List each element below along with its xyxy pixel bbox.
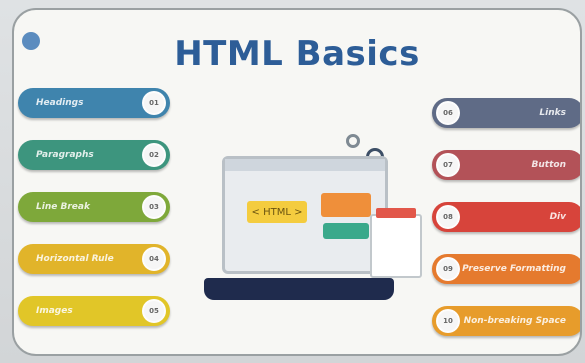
topic-links[interactable]: 06 Links — [432, 98, 580, 128]
topic-label: Div — [549, 212, 566, 222]
topic-button[interactable]: 07 Button — [432, 150, 580, 180]
button-placeholder — [323, 223, 369, 239]
number-badge: 05 — [142, 299, 166, 323]
topic-label: Line Break — [36, 202, 90, 212]
number-badge: 04 — [142, 247, 166, 271]
topic-div[interactable]: 08 Div — [432, 202, 580, 232]
html-tag: < HTML > — [247, 201, 307, 223]
topic-label: Headings — [36, 98, 84, 108]
document-icon — [370, 208, 422, 278]
number-badge: 03 — [142, 195, 166, 219]
topic-images[interactable]: Images 05 — [18, 296, 170, 326]
number-badge: 01 — [142, 91, 166, 115]
topic-label: Preserve Formatting — [462, 264, 566, 274]
topic-label: Links — [539, 108, 566, 118]
topic-label: Non-breaking Space — [463, 316, 566, 326]
browser-bar — [225, 159, 385, 171]
topic-paragraphs[interactable]: Paragraphs 02 — [18, 140, 170, 170]
laptop-screen: < HTML > — [222, 156, 388, 274]
topic-label: Button — [531, 160, 566, 170]
infographic-board: HTML Basics Headings 01 Paragraphs 02 Li… — [12, 8, 582, 356]
topic-line-break[interactable]: Line Break 03 — [18, 192, 170, 222]
number-badge: 06 — [436, 101, 460, 125]
page-title: HTML Basics — [174, 34, 420, 74]
topic-label: Paragraphs — [36, 150, 94, 160]
topic-label: Images — [36, 306, 73, 316]
laptop-illustration: < HTML > — [194, 128, 444, 318]
gear-icon — [346, 134, 360, 148]
document-clip — [376, 208, 416, 218]
laptop-base — [204, 278, 394, 300]
image-placeholder — [321, 193, 371, 217]
topic-non-breaking-space[interactable]: 10 Non-breaking Space — [432, 306, 580, 336]
number-badge: 02 — [142, 143, 166, 167]
topic-horizontal-rule[interactable]: Horizontal Rule 04 — [18, 244, 170, 274]
topic-label: Horizontal Rule — [36, 254, 114, 264]
topic-preserve-formatting[interactable]: 09 Preserve Formatting — [432, 254, 580, 284]
topic-headings[interactable]: Headings 01 — [18, 88, 170, 118]
